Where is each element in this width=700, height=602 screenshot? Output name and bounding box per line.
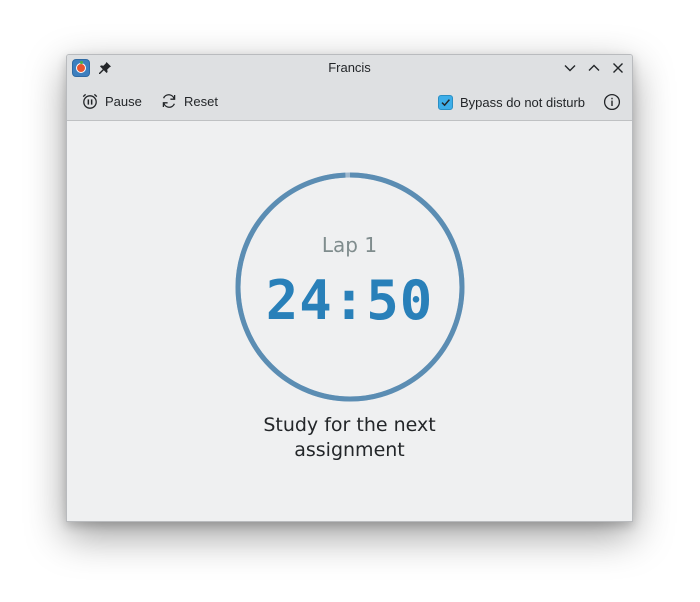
info-icon[interactable]	[603, 93, 621, 111]
close-icon	[613, 63, 623, 73]
countdown-time: 24:50	[265, 269, 434, 332]
chevron-up-icon	[588, 64, 600, 71]
bypass-dnd-checkbox[interactable]: Bypass do not disturb	[438, 93, 585, 111]
maximize-button[interactable]	[585, 59, 603, 77]
refresh-icon	[162, 94, 176, 108]
close-button[interactable]	[609, 59, 627, 77]
alarm-clock-pause-icon	[82, 93, 98, 109]
pause-label: Pause	[105, 93, 142, 109]
checkbox-checked[interactable]	[438, 94, 453, 110]
window-title: Francis	[328, 60, 371, 75]
reset-label: Reset	[184, 93, 218, 109]
app-window: Francis Pause Reset Bypass do not distur…	[66, 54, 633, 522]
title-bar[interactable]: Francis	[67, 55, 632, 81]
timer-area: Lap 1 24:50 Study for the next assignmen…	[67, 121, 632, 521]
minimize-button[interactable]	[561, 59, 579, 77]
checkmark-icon	[441, 98, 450, 106]
toolbar: Pause Reset Bypass do not disturb	[67, 81, 632, 121]
task-line-1: Study for the next	[263, 414, 436, 436]
task-description: Study for the next assignment	[67, 413, 632, 463]
chevron-down-icon	[564, 65, 576, 72]
lap-label: Lap 1	[321, 233, 378, 257]
task-line-2: assignment	[294, 439, 405, 461]
reset-button[interactable]: Reset	[160, 89, 218, 113]
pause-button[interactable]: Pause	[81, 89, 142, 113]
bypass-label: Bypass do not disturb	[460, 94, 586, 110]
